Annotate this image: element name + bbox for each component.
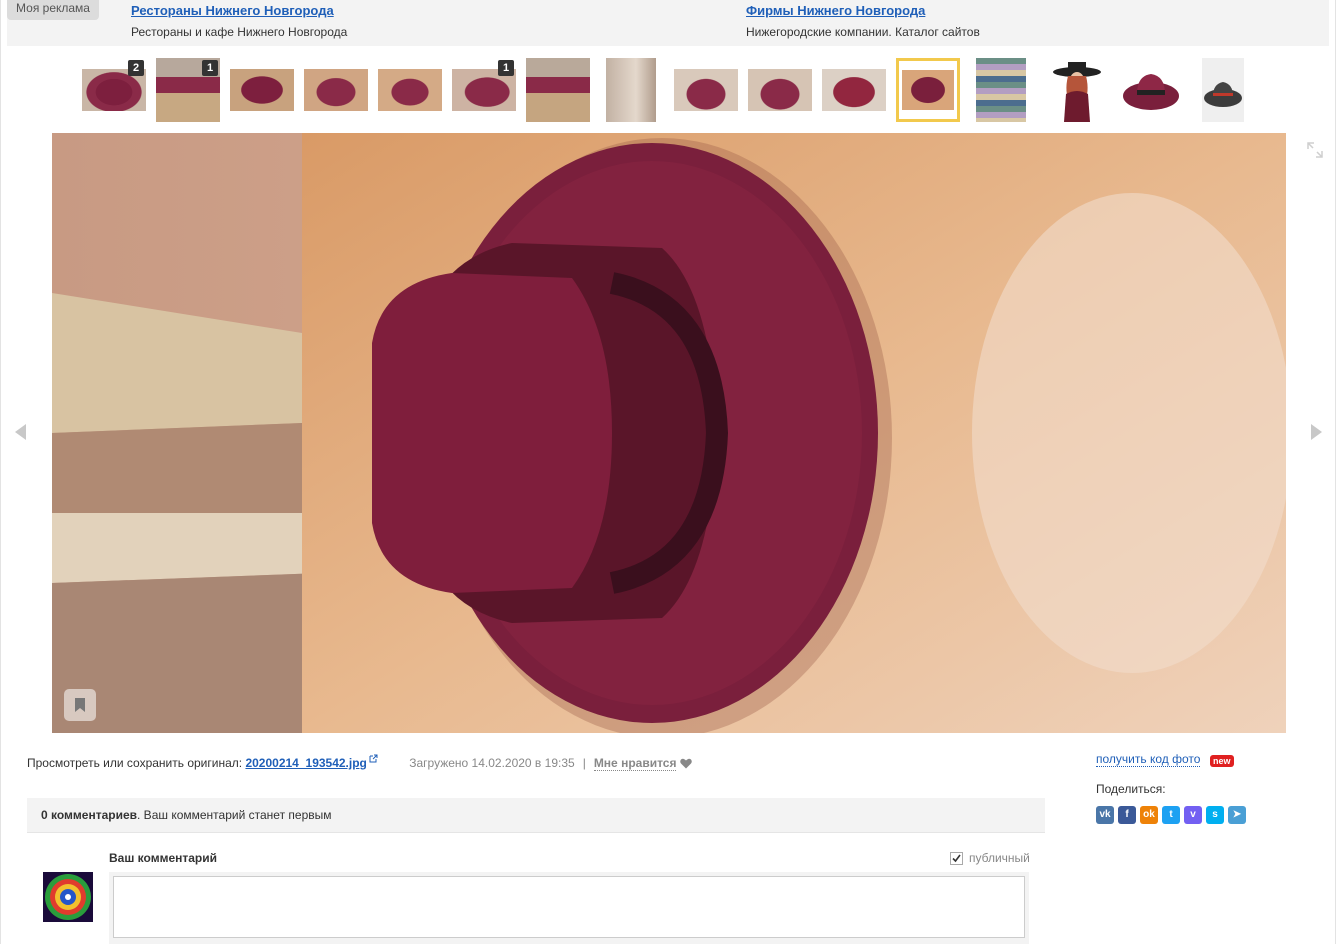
bookmark-button[interactable] bbox=[64, 689, 96, 721]
thumbnail[interactable] bbox=[748, 58, 812, 122]
checkmark-icon bbox=[952, 854, 961, 863]
share-label: Поделиться: bbox=[1096, 782, 1166, 796]
thumbnail[interactable]: 1 bbox=[452, 58, 516, 122]
thumbnail[interactable] bbox=[606, 58, 656, 122]
thumbnail[interactable] bbox=[976, 58, 1026, 122]
next-photo-arrow[interactable] bbox=[1311, 424, 1322, 440]
like-link[interactable]: Мне нравится bbox=[593, 756, 677, 771]
thumbnail-badge: 1 bbox=[498, 60, 514, 76]
thumbnail[interactable] bbox=[1202, 58, 1244, 122]
fullscreen-icon[interactable] bbox=[1307, 142, 1323, 158]
ad-link-firms[interactable]: Фирмы Нижнего Новгорода bbox=[746, 3, 980, 19]
heart-icon[interactable] bbox=[680, 758, 693, 769]
thumbnail[interactable]: 2 bbox=[82, 58, 146, 122]
photo-info-row: Просмотреть или сохранить оригинал: 2020… bbox=[27, 754, 693, 771]
thumbnail[interactable] bbox=[1046, 58, 1108, 122]
skype-icon[interactable]: s bbox=[1206, 806, 1224, 824]
ad-description: Рестораны и кафе Нижнего Новгорода bbox=[131, 25, 348, 39]
public-label: публичный bbox=[969, 851, 1030, 865]
thumbnail[interactable] bbox=[526, 58, 590, 122]
main-photo[interactable] bbox=[52, 133, 1286, 733]
thumbnail-badge: 2 bbox=[128, 60, 144, 76]
comment-box bbox=[109, 872, 1029, 944]
thumbnail-image bbox=[1053, 62, 1101, 122]
thumbnail[interactable] bbox=[1120, 58, 1182, 122]
get-photo-code-link[interactable]: получить код фото bbox=[1096, 752, 1201, 767]
left-border bbox=[0, 0, 1, 944]
ad-label: Моя реклама bbox=[7, 0, 99, 20]
avatar bbox=[43, 872, 93, 922]
external-link-icon bbox=[369, 754, 378, 763]
thumbnail[interactable]: 1 bbox=[156, 58, 220, 122]
your-comment-label: Ваш комментарий bbox=[109, 851, 218, 865]
facebook-icon[interactable]: f bbox=[1118, 806, 1136, 824]
vk-icon[interactable]: vk bbox=[1096, 806, 1114, 824]
comments-summary: 0 комментариев. Ваш комментарий станет п… bbox=[41, 808, 332, 822]
bookmark-icon bbox=[75, 698, 85, 712]
ad-item-restaurants: Рестораны Нижнего Новгорода Рестораны и … bbox=[131, 3, 347, 39]
odnoklassniki-icon[interactable]: ok bbox=[1140, 806, 1158, 824]
thumbnail[interactable] bbox=[304, 58, 368, 122]
checkbox[interactable] bbox=[950, 852, 963, 865]
separator: | bbox=[582, 756, 586, 770]
thumbnail[interactable] bbox=[230, 58, 294, 122]
twitter-icon[interactable]: t bbox=[1162, 806, 1180, 824]
viber-icon[interactable]: v bbox=[1184, 806, 1202, 824]
prev-photo-arrow[interactable] bbox=[15, 424, 26, 440]
thumbnail-strip: 2 1 1 bbox=[0, 58, 1336, 124]
thumbnail-image bbox=[1204, 82, 1242, 107]
thumbnail[interactable] bbox=[674, 58, 738, 122]
new-badge: new bbox=[1210, 755, 1234, 767]
comments-hint: . Ваш комментарий станет первым bbox=[137, 808, 332, 822]
thumbnail-badge: 1 bbox=[202, 60, 218, 76]
thumbnail-active[interactable] bbox=[896, 58, 960, 122]
telegram-icon[interactable]: ➤ bbox=[1228, 806, 1246, 824]
comment-textarea[interactable] bbox=[113, 876, 1025, 938]
thumbnail[interactable] bbox=[378, 58, 442, 122]
thumbnail-image bbox=[1123, 74, 1179, 110]
public-checkbox[interactable]: публичный bbox=[950, 851, 1030, 865]
upload-date: Загружено 14.02.2020 в 19:35 bbox=[409, 756, 575, 770]
original-prefix: Просмотреть или сохранить оригинал: bbox=[27, 756, 243, 770]
photo-image bbox=[52, 133, 1286, 733]
thumbnail[interactable] bbox=[822, 58, 886, 122]
ad-item-firms: Фирмы Нижнего Новгорода Нижегородские ко… bbox=[746, 3, 980, 39]
comments-count: 0 комментариев bbox=[41, 808, 138, 822]
ad-description: Нижегородские компании. Каталог сайтов bbox=[746, 25, 980, 39]
ad-link-restaurants[interactable]: Рестораны Нижнего Новгорода bbox=[131, 3, 347, 19]
comments-header: 0 комментариев. Ваш комментарий станет п… bbox=[27, 798, 1045, 833]
original-file-link[interactable]: 20200214_193542.jpg bbox=[245, 756, 366, 770]
